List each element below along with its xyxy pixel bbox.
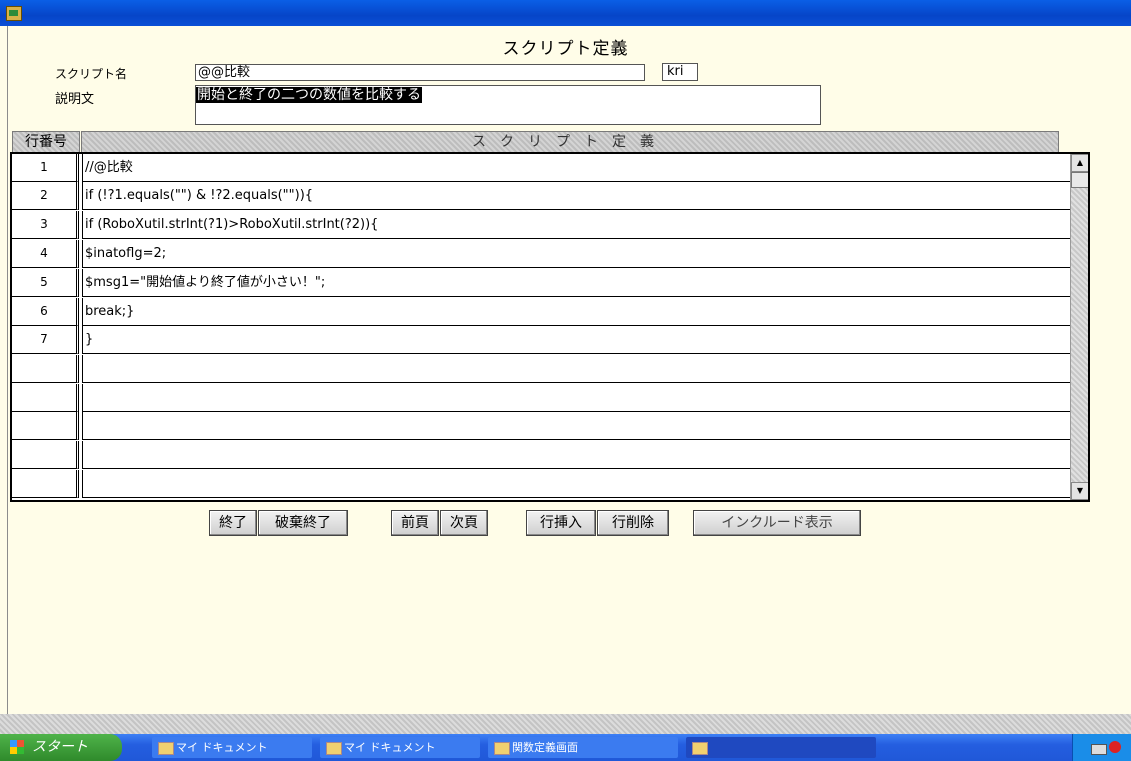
line-number: 3	[12, 211, 79, 239]
security-icon[interactable]	[1109, 741, 1121, 753]
scroll-up-arrow-icon[interactable]: ▲	[1071, 154, 1088, 172]
table-row	[12, 355, 1073, 383]
task-label: マイ ドキュメント	[176, 741, 268, 754]
delete-line-button[interactable]: 行削除	[597, 510, 669, 536]
table-row	[12, 412, 1073, 440]
code-cell[interactable]: $inatoflg=2;	[82, 240, 1073, 268]
script-name-label: スクリプト名	[55, 67, 128, 81]
window-icon	[494, 742, 510, 755]
column-header-definition: スクリプト定義	[81, 131, 1059, 153]
window-status-bar	[0, 714, 1131, 734]
line-number	[12, 412, 79, 440]
line-number: 7	[12, 326, 79, 354]
include-view-button[interactable]: インクルード表示	[693, 510, 861, 536]
line-number	[12, 384, 79, 412]
line-number	[12, 470, 79, 498]
scroll-down-arrow-icon[interactable]: ▼	[1071, 482, 1088, 500]
line-number: 4	[12, 240, 79, 268]
table-row	[12, 441, 1073, 469]
column-header-line-number: 行番号	[12, 131, 80, 153]
app-icon[interactable]	[6, 6, 22, 21]
page-title: スクリプト定義	[502, 39, 629, 59]
script-name-input[interactable]: @@比較	[195, 64, 645, 81]
code-cell[interactable]: break;}	[82, 298, 1073, 326]
taskbar-item-active-app[interactable]	[686, 737, 876, 758]
title-bar[interactable]	[0, 0, 1131, 26]
description-text: 開始と終了の二つの数値を比較する	[196, 87, 422, 103]
line-number	[12, 441, 79, 469]
code-cell[interactable]	[82, 384, 1073, 412]
table-row: 6 break;}	[12, 298, 1073, 326]
app-icon	[692, 742, 708, 755]
script-grid: 1//@比較 2 if (!?1.equals("") & !?2.equals(…	[10, 152, 1090, 502]
line-number	[12, 355, 79, 383]
insert-line-button[interactable]: 行挿入	[526, 510, 596, 536]
table-row: 5 $msg1="開始値より終了値が小さい！";	[12, 269, 1073, 297]
scroll-thumb[interactable]	[1071, 172, 1088, 188]
taskbar: スタート マイ ドキュメント マイ ドキュメント 関数定義画面	[0, 734, 1131, 761]
table-row: 7}	[12, 326, 1073, 354]
code-cell[interactable]: //@比較	[82, 154, 1073, 182]
line-number: 2	[12, 182, 79, 210]
table-row	[12, 470, 1073, 498]
discard-end-button[interactable]: 破棄終了	[258, 510, 348, 536]
code-cell[interactable]: }	[82, 326, 1073, 354]
code-cell[interactable]	[82, 470, 1073, 498]
keyboard-icon[interactable]	[1091, 744, 1107, 755]
code-cell[interactable]	[82, 441, 1073, 469]
task-label: 関数定義画面	[512, 741, 578, 754]
start-label: スタート	[32, 739, 88, 755]
next-page-button[interactable]: 次頁	[440, 510, 488, 536]
start-button[interactable]: スタート	[0, 734, 122, 761]
description-input[interactable]: 開始と終了の二つの数値を比較する	[195, 85, 821, 125]
folder-icon	[158, 742, 174, 755]
script-ext-input[interactable]: kri	[662, 63, 698, 81]
code-cell[interactable]	[82, 412, 1073, 440]
system-tray	[1072, 734, 1131, 761]
taskbar-item-my-documents-2[interactable]: マイ ドキュメント	[320, 737, 480, 758]
line-number: 1	[12, 154, 79, 182]
table-row	[12, 384, 1073, 412]
table-row: 2 if (!?1.equals("") & !?2.equals("")){	[12, 182, 1073, 210]
task-label: マイ ドキュメント	[344, 741, 436, 754]
prev-page-button[interactable]: 前頁	[391, 510, 439, 536]
folder-icon	[326, 742, 342, 755]
code-cell[interactable]	[82, 355, 1073, 383]
table-row: 3 if (RoboXutil.strInt(?1)>RoboXutil.strI…	[12, 211, 1073, 239]
taskbar-item-my-documents[interactable]: マイ ドキュメント	[152, 737, 312, 758]
table-row: 4 $inatoflg=2;	[12, 240, 1073, 268]
code-cell[interactable]: $msg1="開始値より終了値が小さい！";	[82, 269, 1073, 297]
end-button[interactable]: 終了	[209, 510, 257, 536]
vertical-scrollbar[interactable]: ▲ ▼	[1070, 154, 1088, 500]
code-cell[interactable]: if (!?1.equals("") & !?2.equals("")){	[82, 182, 1073, 210]
table-row: 1//@比較	[12, 154, 1073, 182]
windows-logo-icon	[10, 740, 24, 754]
window-left-border	[0, 26, 8, 716]
code-cell[interactable]: if (RoboXutil.strInt(?1)>RoboXutil.strIn…	[82, 211, 1073, 239]
line-number: 5	[12, 269, 79, 297]
description-label: 説明文	[55, 92, 95, 107]
line-number: 6	[12, 298, 79, 326]
taskbar-item-function-definition[interactable]: 関数定義画面	[488, 737, 678, 758]
